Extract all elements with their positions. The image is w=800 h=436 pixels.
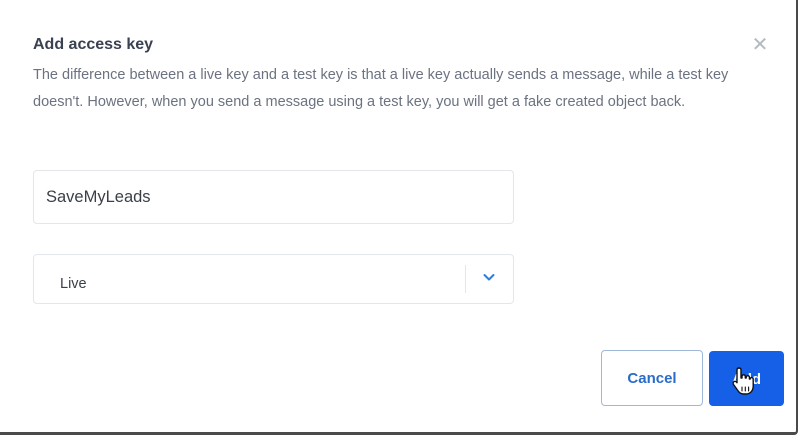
close-icon[interactable]: ✕	[750, 34, 770, 56]
key-type-select[interactable]: Live	[33, 254, 514, 304]
add-access-key-dialog: Add access key ✕ The difference between …	[0, 0, 798, 435]
key-name-input[interactable]	[33, 170, 514, 224]
key-type-selected-value: Live	[60, 276, 87, 292]
add-button[interactable]: Add	[709, 351, 784, 406]
chevron-down-icon[interactable]	[481, 269, 497, 285]
dialog-description: The difference between a live key and a …	[33, 67, 729, 110]
select-divider	[465, 265, 466, 293]
cancel-button[interactable]: Cancel	[601, 350, 703, 406]
dialog-title: Add access key	[33, 36, 154, 53]
